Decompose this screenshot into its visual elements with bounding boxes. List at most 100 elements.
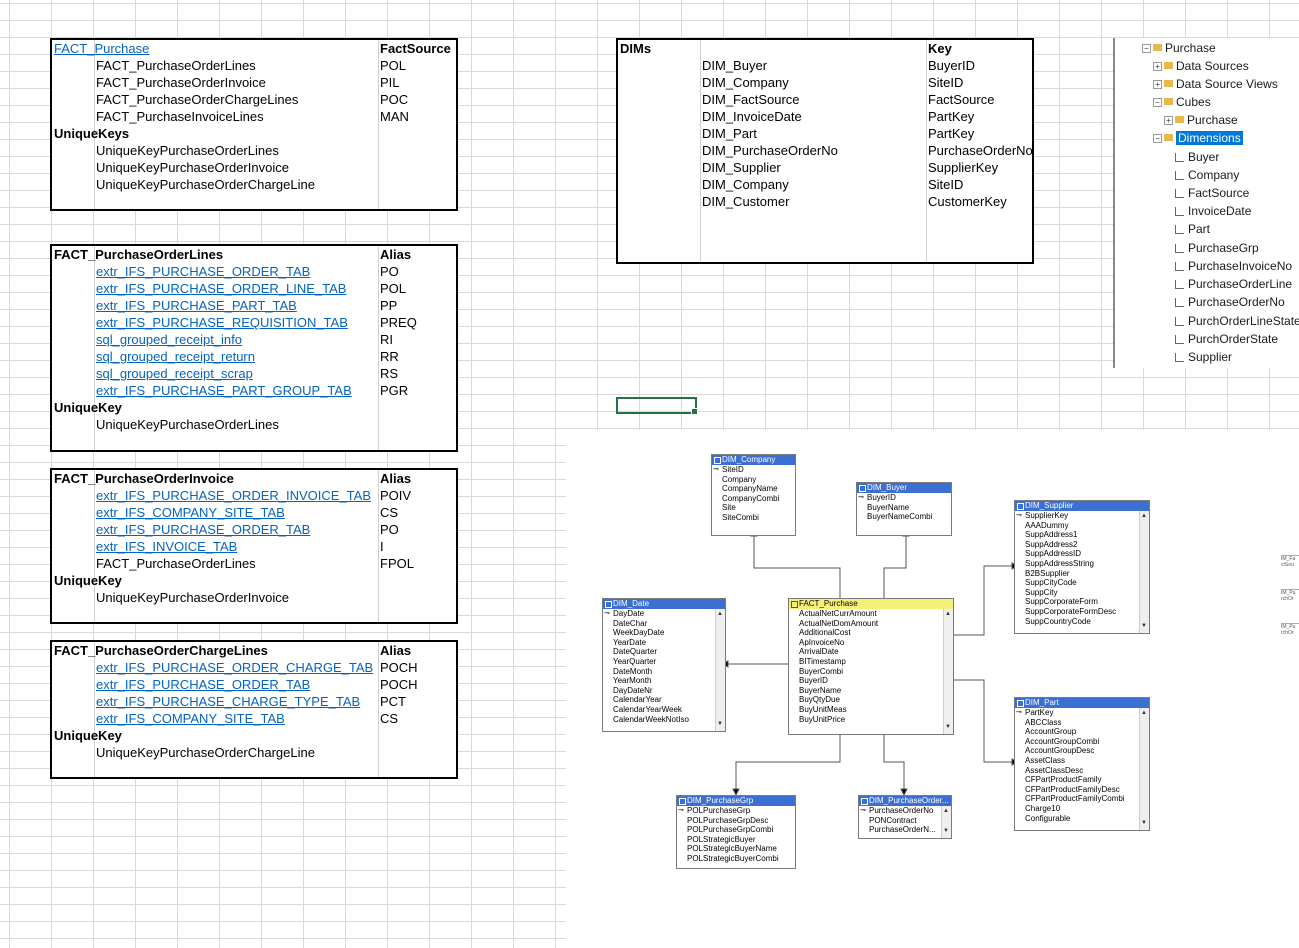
tree-item-dim[interactable]: PurchaseOrderNo [1175,293,1285,311]
entity-field: BITimestamp [799,656,846,666]
entity-scrollbar[interactable] [1139,708,1149,830]
entity-field: POLStrategicBuyerName [687,844,777,854]
dim-key: SiteID [928,177,964,192]
dim-name: DIM_Company [702,75,789,90]
folder-icon [1164,134,1173,142]
tree-item-purchase[interactable]: − Purchase [1142,39,1216,57]
entity-field: BuyerName [799,685,842,695]
tree-label: PurchaseGrp [1188,241,1259,255]
table-cell: UniqueKeyPurchaseOrderInvoice [96,160,289,175]
source-link[interactable]: extr_IFS_COMPANY_SITE_TAB [96,710,285,727]
tree-item-cubes[interactable]: − Cubes [1153,93,1211,111]
entity-dim-part[interactable]: DIM_Part PartKey ABCClass AccountGroup A… [1014,697,1150,831]
dim-key: PurchaseOrderNo [928,143,1033,158]
expand-icon[interactable]: + [1153,80,1162,90]
relation-line-purchasegrp [735,733,841,791]
entity-field: DayDateNr [613,685,653,695]
source-link[interactable]: extr_IFS_PURCHASE_ORDER_INVOICE_TAB [96,487,371,504]
entity-scrollbar[interactable] [943,609,953,734]
folder-icon [1164,98,1173,106]
entity-dim-date[interactable]: DIM_Date DayDate DateChar WeekDayDate Ye… [602,598,726,732]
tree-item-dim[interactable]: PurchaseGrp [1175,239,1259,257]
tree-item-cube-purchase[interactable]: + Purchase [1164,111,1238,129]
dimension-icon [1175,225,1184,235]
tree-item-dim[interactable]: Part [1175,220,1210,238]
entity-field: ActualNetDomAmount [799,618,879,628]
tree-item-dim[interactable]: PurchOrderLineState [1175,312,1299,330]
entity-field: SuppCountryCode [1025,616,1091,626]
entity-field: PONContract [869,815,917,825]
source-link[interactable]: extr_IFS_PURCHASE_ORDER_LINE_TAB [96,280,346,297]
dimension-icon [1175,317,1184,327]
tree-item-data-source-views[interactable]: + Data Source Views [1153,75,1278,93]
entity-dim-company[interactable]: DIM_Company SiteID Company CompanyName C… [711,454,796,536]
entity-thumbnail[interactable]: IM_Fa ctSou [1281,555,1299,570]
purchase-order-invoice-table: FACT_PurchaseOrderInvoice Alias extr_IFS_… [50,468,458,624]
source-link[interactable]: extr_IFS_PURCHASE_ORDER_TAB [96,263,310,280]
dim-name: DIM_Supplier [702,160,781,175]
entity-dim-supplier[interactable]: DIM_Supplier SupplierKey AAADummy SuppAd… [1014,500,1150,634]
entity-field: SuppCity [1025,587,1058,597]
collapse-icon[interactable]: − [1153,98,1162,108]
uniquekey-cell: UniqueKeyPurchaseOrderChargeLine [96,745,315,760]
source-link[interactable]: extr_IFS_PURCHASE_PART_GROUP_TAB [96,382,352,399]
source-link[interactable]: sql_grouped_receipt_return [96,348,255,365]
source-link[interactable]: extr_IFS_PURCHASE_ORDER_TAB [96,521,310,538]
entity-thumbnail[interactable]: IM_Pu rchOr [1281,589,1299,604]
entity-fact-purchase[interactable]: FACT_Purchase ActualNetCurrAmount Actual… [788,598,954,735]
tree-item-dimensions[interactable]: − Dimensions [1153,129,1243,147]
entity-field: SuppCorporateForm [1025,597,1098,607]
table-cell: FACT_PurchaseOrderChargeLines [96,92,299,107]
fact-purchase-link[interactable]: FACT_Purchase [54,40,149,57]
source-link[interactable]: sql_grouped_receipt_info [96,331,242,348]
active-cell[interactable] [616,397,698,415]
entity-field: SuppCorporateFormDesc [1025,606,1117,616]
tree-item-dim[interactable]: Company [1175,166,1239,184]
dim-key: CustomerKey [928,194,1007,209]
source-link[interactable]: extr_IFS_PURCHASE_PART_TAB [96,297,297,314]
source-link[interactable]: extr_IFS_PURCHASE_ORDER_TAB [96,676,310,693]
tree-item-dim[interactable]: PurchaseOrderLine [1175,275,1292,293]
entity-scrollbar[interactable] [941,806,951,838]
entity-field: SuppAddress2 [1025,539,1078,549]
expand-icon[interactable]: + [1164,116,1173,126]
expand-icon[interactable]: + [1153,62,1162,72]
tree-item-dim[interactable]: PurchaseInvoiceNo [1175,257,1292,275]
entity-dim-purchasegrp[interactable]: DIM_PurchaseGrp POLPurchaseGrp POLPurcha… [676,795,796,869]
entity-title: DIM_PurchaseGrp [677,796,795,806]
tree-item-dim[interactable]: InvoiceDate [1175,202,1251,220]
entity-field: AccountGroupDesc [1025,746,1095,756]
entity-dim-purchaseorderno[interactable]: DIM_PurchaseOrder... PurchaseOrderNo PON… [858,795,952,839]
tree-item-dim[interactable]: Supplier [1175,348,1232,366]
tree-label: PurchaseOrderNo [1188,295,1285,309]
source-link[interactable]: extr_IFS_PURCHASE_CHARGE_TYPE_TAB [96,693,360,710]
tree-label: InvoiceDate [1188,204,1252,218]
tree-item-dim[interactable]: Buyer [1175,148,1219,166]
entity-field: BuyerID [799,676,828,686]
entity-scrollbar[interactable] [1139,511,1149,633]
entity-field: BuyerID [857,493,951,503]
entity-field: PurchaseOrderN... [869,825,936,835]
tree-item-data-sources[interactable]: + Data Sources [1153,57,1249,75]
source-link[interactable]: sql_grouped_receipt_scrap [96,365,253,382]
collapse-icon[interactable]: − [1153,134,1162,144]
alias-cell: RR [380,349,399,364]
entity-field: SiteCombi [722,512,759,522]
source-link[interactable]: extr_IFS_PURCHASE_ORDER_CHARGE_TAB [96,659,373,676]
collapse-icon[interactable]: − [1142,44,1151,54]
entity-dim-buyer[interactable]: DIM_Buyer BuyerID BuyerName BuyerNameCom… [856,482,952,536]
source-link[interactable]: extr_IFS_INVOICE_TAB [96,538,237,555]
tree-label: Company [1188,168,1240,182]
source-link[interactable]: extr_IFS_COMPANY_SITE_TAB [96,504,285,521]
entity-thumbnail[interactable]: IM_Pu rchOr [1281,623,1299,638]
tree-item-dim[interactable]: FactSource [1175,184,1249,202]
entity-field: POLStrategicBuyerCombi [687,853,779,863]
alias-header: Alias [380,643,412,658]
alias-cell: RS [380,366,399,381]
entity-title: DIM_Part [1015,698,1149,708]
source-link[interactable]: extr_IFS_PURCHASE_REQUISITION_TAB [96,314,348,331]
entity-scrollbar[interactable] [715,609,725,731]
relation-line-part [952,679,1014,763]
tree-item-dim[interactable]: PurchOrderState [1175,330,1278,348]
dim-key: PartKey [928,109,975,124]
